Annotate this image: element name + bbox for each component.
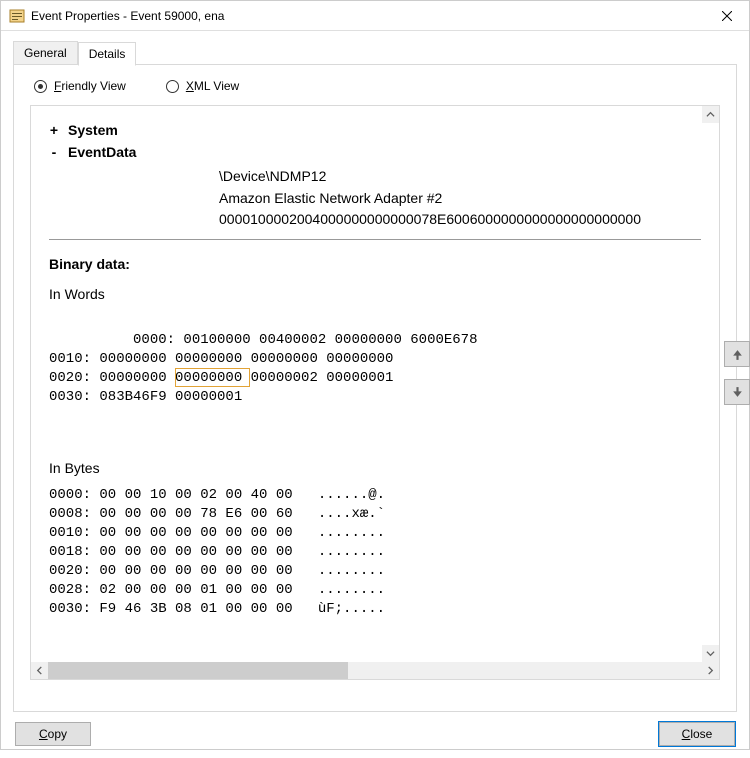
radio-friendly-view[interactable]: Friendly View [34,79,126,93]
expand-icon: + [49,122,59,138]
radio-xml-label: XML View [186,79,239,93]
tree-node-system[interactable]: + System [49,122,701,138]
chevron-right-icon [706,666,715,675]
chevron-down-icon [706,649,715,658]
window-title: Event Properties - Event 59000, ena [31,9,704,23]
app-icon [9,8,25,24]
in-bytes-block: 0000: 00 00 10 00 02 00 40 00 ......@. 0… [49,486,701,618]
collapse-icon: - [49,144,59,160]
radio-friendly-label: Friendly View [54,79,126,93]
details-content: + System - EventData \Device\NDMP12 Amaz… [30,105,720,680]
dialog-body: General Details Friendly View XML View +… [1,31,749,712]
event-properties-window: Event Properties - Event 59000, ena Gene… [0,0,750,750]
divider [49,239,701,240]
titlebar: Event Properties - Event 59000, ena [1,1,749,31]
system-label: System [68,122,118,138]
prev-event-button[interactable] [724,341,750,367]
chevron-up-icon [706,110,715,119]
eventdata-adapter: Amazon Elastic Network Adapter #2 [219,188,701,210]
scroll-right-button[interactable] [702,662,719,679]
radio-icon [166,80,179,93]
eventdata-values: \Device\NDMP12 Amazon Elastic Network Ad… [219,166,701,231]
tab-details[interactable]: Details [78,42,137,66]
scroll-down-button[interactable] [702,645,719,662]
details-panel: Friendly View XML View + System - EventD… [13,64,737,712]
binary-data-title: Binary data: [49,256,701,272]
close-button[interactable]: Close [659,722,735,746]
close-icon [722,11,732,21]
tab-strip: General Details [13,41,737,65]
scroll-up-button[interactable] [702,106,719,123]
radio-icon [34,80,47,93]
radio-xml-view[interactable]: XML View [166,79,239,93]
scroll-thumb[interactable] [48,662,348,679]
tree-node-eventdata[interactable]: - EventData [49,144,701,160]
tab-general[interactable]: General [13,41,78,65]
horizontal-scrollbar[interactable] [31,662,719,679]
in-bytes-title: In Bytes [49,460,701,476]
eventdata-label: EventData [68,144,136,160]
dialog-footer: Copy Close [1,712,749,758]
in-words-block: 0000: 00100000 00400002 00000000 6000E67… [49,312,701,444]
in-words-title: In Words [49,286,701,302]
chevron-left-icon [35,666,44,675]
view-mode-row: Friendly View XML View [30,79,720,93]
scroll-left-button[interactable] [31,662,48,679]
arrow-down-icon [731,386,744,399]
arrow-up-icon [731,348,744,361]
eventdata-device: \Device\NDMP12 [219,166,701,188]
eventdata-hex: 0000100002004000000000000078E60060000000… [219,209,701,231]
next-event-button[interactable] [724,379,750,405]
window-close-button[interactable] [704,1,749,31]
copy-button[interactable]: Copy [15,722,91,746]
